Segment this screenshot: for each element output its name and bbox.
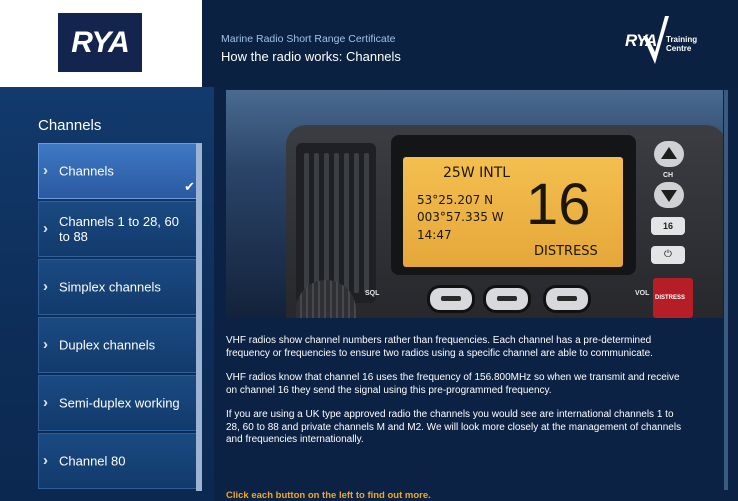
channel-16-key: 16 — [651, 217, 685, 235]
channel-up-icon — [654, 141, 684, 167]
chevron-right-icon: › — [43, 336, 48, 353]
menu-item-label: Simplex channels — [59, 279, 161, 295]
lcd-longitude: 003°57.335 W — [417, 210, 504, 224]
page-heading: How the radio works: Channels — [221, 49, 401, 64]
header: RYA Marine Radio Short Range Certificate… — [0, 0, 738, 87]
menu-item-label: Channels — [59, 163, 114, 179]
info-paragraph: VHF radios know that channel 16 uses the… — [226, 372, 680, 396]
training-logo-rya: RYA — [625, 31, 657, 50]
vhf-radio-image: 25W INTL 53°25.207 N 003°57.335 W 14:47 … — [226, 90, 723, 318]
chevron-right-icon: › — [43, 452, 48, 469]
training-logo-text: Training Centre — [666, 35, 697, 53]
menu-item-label: Channels 1 to 28, 60 to 88 — [59, 214, 179, 244]
menu-item-channels[interactable]: › Channels ✔ — [38, 143, 202, 199]
training-logo-line2: Centre — [666, 44, 692, 53]
vol-label: VOL — [635, 290, 650, 297]
menu-item-label: Channel 80 — [59, 453, 126, 469]
power-icon: ⏻ — [651, 246, 685, 264]
menu-scrollbar[interactable] — [196, 143, 202, 491]
sql-label: SQL — [365, 290, 380, 297]
instruction-text: Click each button on the left to find ou… — [226, 490, 431, 501]
checkmark-icon: ✔ — [184, 179, 195, 194]
ch-label: CH — [663, 172, 674, 179]
sidebar: Channels › Channels ✔ › Channels 1 to 28… — [0, 87, 214, 501]
chevron-right-icon: › — [43, 394, 48, 411]
sidebar-title: Channels — [38, 117, 102, 134]
rya-training-centre-logo: RYA Training Centre — [625, 14, 705, 72]
speaker-grille — [296, 143, 376, 303]
menu-item-channel-80[interactable]: › Channel 80 — [38, 433, 202, 489]
topic-menu: › Channels ✔ › Channels 1 to 28, 60 to 8… — [38, 143, 202, 491]
info-text: VHF radios show channel numbers rather t… — [226, 335, 688, 459]
info-paragraph: VHF radios show channel numbers rather t… — [226, 335, 653, 359]
lcd-channel-number: 16 — [526, 172, 591, 237]
lcd-display: 25W INTL 53°25.207 N 003°57.335 W 14:47 … — [403, 157, 623, 267]
rya-logo: RYA — [58, 13, 142, 72]
soft-key-1 — [430, 288, 472, 310]
lcd-time: 14:47 — [417, 228, 452, 242]
distress-label: DISTRESS — [655, 295, 686, 301]
lcd-power: 25W INTL — [443, 165, 511, 181]
logo-panel: RYA — [0, 0, 202, 87]
menu-item-simplex-channels[interactable]: › Simplex channels — [38, 259, 202, 315]
soft-key-2 — [486, 288, 528, 310]
chevron-right-icon: › — [43, 162, 48, 179]
course-title: Marine Radio Short Range Certificate — [221, 33, 396, 45]
soft-key-3 — [546, 288, 588, 310]
training-logo-line1: Training — [666, 35, 698, 44]
menu-item-duplex-channels[interactable]: › Duplex channels — [38, 317, 202, 373]
lcd-status: DISTRESS — [534, 244, 598, 259]
chevron-right-icon: › — [43, 220, 48, 237]
lcd-latitude: 53°25.207 N — [417, 193, 494, 207]
info-paragraph: If you are using a UK type approved radi… — [226, 409, 682, 445]
menu-item-semi-duplex-working[interactable]: › Semi-duplex working — [38, 375, 202, 431]
chevron-right-icon: › — [43, 278, 48, 295]
menu-item-channels-1-28-60-88[interactable]: › Channels 1 to 28, 60 to 88 — [38, 201, 202, 257]
menu-item-label: Semi-duplex working — [59, 395, 180, 411]
content-scrollbar[interactable] — [724, 90, 728, 490]
menu-item-label: Duplex channels — [59, 337, 156, 353]
channel-down-icon — [654, 182, 684, 208]
